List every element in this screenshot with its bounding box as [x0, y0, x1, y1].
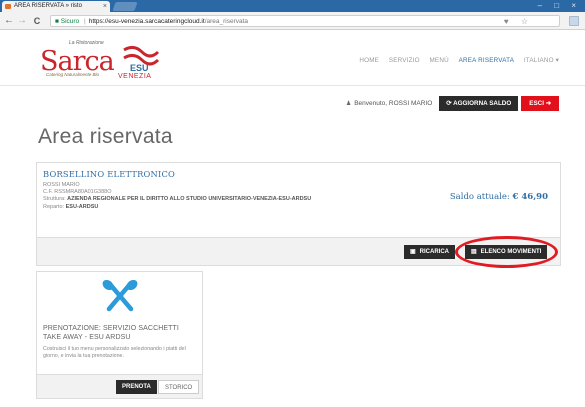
refresh-balance-label: AGGIORNA SALDO: [453, 100, 512, 107]
reparto-label: Reparto:: [43, 203, 65, 210]
prenota-button[interactable]: PRENOTA: [116, 380, 157, 394]
user-bar: ♟ Benvenuto, ROSSI MARIO ⟳ AGGIORNA SALD…: [346, 96, 559, 111]
balance-label: Saldo attuale:: [449, 192, 510, 202]
balance: Saldo attuale: € 46,90: [450, 192, 548, 202]
secure-label: Sicuro: [60, 18, 80, 25]
struttura-label: Struttura:: [43, 196, 66, 203]
browser-toolbar: ← → C ■ Sicuro | https://esu-venezia.sarc…: [0, 12, 585, 30]
logo-venezia: VENEZIA: [118, 73, 152, 80]
nav-item-language[interactable]: ITALIANO ▾: [524, 57, 559, 64]
logout-label: ESCI: [529, 100, 544, 107]
reload-icon[interactable]: C: [31, 15, 43, 27]
refresh-balance-button[interactable]: ⟳ AGGIORNA SALDO: [439, 96, 519, 111]
balance-value: € 46,90: [512, 192, 549, 202]
forward-arrow-icon[interactable]: →: [16, 15, 28, 27]
card-footer: PRENOTA STORICO: [37, 374, 202, 398]
browser-menu-icon[interactable]: [569, 16, 579, 26]
ricarica-label: RICARICA: [419, 249, 450, 255]
wallet-fiscal-code: C.F. RSSMRA80A01G388O: [43, 189, 112, 196]
card-description: Costruisci il tuo menu personalizzato se…: [43, 346, 186, 359]
card-title: PRENOTAZIONE: SERVIZIO SACCHETTI TAKE AW…: [43, 325, 179, 341]
wallet-title: BORSELLINO ELETTRONICO: [43, 169, 176, 179]
browser-tab[interactable]: AREA RISERVATA » risto ×: [2, 1, 110, 12]
window-controls[interactable]: – □ ×: [538, 1, 581, 10]
nav-item-servizio[interactable]: SERVIZIO: [389, 57, 420, 64]
wallet-info: ROSSI MARIO C.F. RSSMRA80A01G388O Strutt…: [43, 182, 343, 211]
ricarica-button[interactable]: ▣ RICARICA: [404, 245, 456, 259]
lock-icon: ■: [55, 18, 59, 25]
highlight-circle: [455, 236, 558, 268]
logo-subtitle: Catering Naturalmente Bio: [46, 72, 100, 77]
tab-close-icon[interactable]: ×: [103, 1, 107, 12]
url-path: /area_riservata: [204, 18, 249, 25]
money-icon: ▣: [410, 249, 416, 255]
storico-button[interactable]: STORICO: [158, 380, 200, 394]
wallet-struttura: Struttura: AZIENDA REGIONALE PER IL DIRI…: [43, 196, 343, 203]
logo-esu-text: ESU: [130, 63, 149, 72]
browser-tabbar: AREA RISERVATA » risto × – □ ×: [0, 0, 585, 12]
tab-title: AREA RISERVATA » risto: [14, 3, 82, 9]
back-arrow-icon[interactable]: ←: [3, 15, 15, 27]
wallet-holder-name: ROSSI MARIO: [43, 182, 80, 188]
site-header: La Ristorazione Sarca Catering Naturalme…: [0, 30, 585, 86]
nav-item-menu[interactable]: MENÙ: [429, 57, 448, 64]
address-bar[interactable]: ■ Sicuro | https://esu-venezia.sarcacater…: [50, 15, 560, 27]
url-separator: |: [84, 18, 86, 25]
page-title: Area riservata: [38, 125, 173, 148]
new-tab-button[interactable]: [112, 2, 138, 11]
welcome-text: Benvenuto, ROSSI MARIO: [354, 100, 433, 107]
bookmark-star-icon[interactable]: ♥ ☆: [504, 16, 533, 27]
logout-button[interactable]: ESCI ➜: [521, 96, 559, 111]
wallet-reparto: Reparto: ESU-ARDSU: [43, 204, 343, 211]
sarca-logo[interactable]: La Ristorazione Sarca Catering Naturalme…: [40, 40, 170, 82]
cutlery-icon: [102, 279, 138, 312]
nav-item-home[interactable]: HOME: [359, 57, 379, 64]
logout-icon: ➜: [543, 100, 551, 107]
nav-item-area-riservata[interactable]: AREA RISERVATA: [459, 57, 515, 64]
esu-mark-icon: ESU: [123, 45, 160, 72]
reparto-value: ESU-ARDSU: [65, 203, 99, 210]
favicon-icon: [5, 4, 11, 9]
struttura-value: AZIENDA REGIONALE PER IL DIRITTO ALLO ST…: [67, 196, 312, 203]
url-host: https://esu-venezia.sarcacateringcloud.i…: [88, 18, 205, 25]
booking-card: PRENOTAZIONE: SERVIZIO SACCHETTI TAKE AW…: [36, 271, 203, 399]
main-nav: HOME SERVIZIO MENÙ AREA RISERVATA ITALIA…: [351, 57, 559, 64]
user-icon: ♟: [345, 101, 352, 107]
